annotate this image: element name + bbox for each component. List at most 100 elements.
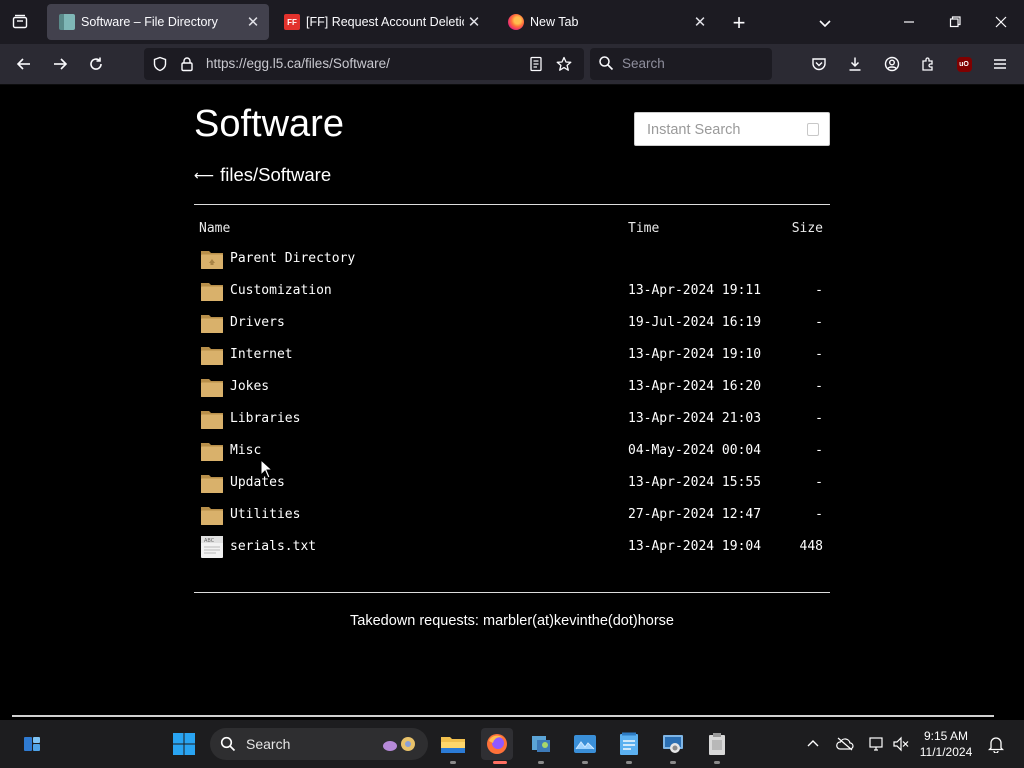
entry-time: 13-Apr-2024 16:20 xyxy=(628,379,762,394)
entry-name-link[interactable]: Customization xyxy=(230,283,332,298)
firefox-taskbar-icon[interactable] xyxy=(481,728,513,760)
tab-software-directory[interactable]: Software – File Directory ✕ xyxy=(47,4,269,40)
reader-view-icon[interactable] xyxy=(527,55,545,73)
table-row[interactable]: Utilities 27-Apr-2024 12:47 - xyxy=(194,499,830,531)
page-title: Software xyxy=(194,103,344,145)
taskbar-search[interactable]: Search xyxy=(210,728,428,760)
ff-favicon-icon: FF xyxy=(284,14,300,30)
breadcrumb[interactable]: ⟵ files/Software xyxy=(194,164,331,186)
close-tab-icon[interactable]: ✕ xyxy=(464,12,484,32)
remote-desktop-icon[interactable] xyxy=(657,728,689,760)
back-arrow-icon[interactable] xyxy=(10,50,38,78)
windows-start-icon[interactable] xyxy=(168,728,200,760)
downloads-icon[interactable] xyxy=(841,50,869,78)
new-tab-button[interactable]: + xyxy=(726,10,752,36)
listing-header: Name Time Size xyxy=(194,213,830,243)
instant-search-input[interactable]: Instant Search xyxy=(634,112,830,146)
folder-icon xyxy=(200,407,224,431)
bookmark-star-icon[interactable] xyxy=(555,55,573,73)
entry-name-link[interactable]: serials.txt xyxy=(230,539,316,554)
close-tab-icon[interactable]: ✕ xyxy=(690,12,710,32)
entry-name-link[interactable]: Jokes xyxy=(230,379,269,394)
divider xyxy=(194,204,830,205)
notification-bell-icon[interactable] xyxy=(986,734,1006,754)
tab-new-tab[interactable]: New Tab ✕ xyxy=(496,4,716,40)
list-all-tabs-icon[interactable] xyxy=(6,8,34,36)
photos-icon[interactable] xyxy=(569,728,601,760)
divider xyxy=(194,592,830,593)
clipboard-app-icon[interactable] xyxy=(701,728,733,760)
entry-size: - xyxy=(815,379,823,394)
table-row[interactable]: Misc 04-May-2024 00:04 - xyxy=(194,435,830,467)
pocket-icon[interactable] xyxy=(805,50,833,78)
extensions-icon[interactable] xyxy=(914,50,942,78)
folder-icon xyxy=(200,503,224,527)
running-indicator xyxy=(582,761,588,764)
tab-title: New Tab xyxy=(530,15,579,29)
volume-muted-icon[interactable] xyxy=(891,734,911,754)
tab-strip: Software – File Directory ✕ FF [FF] Requ… xyxy=(0,0,1024,44)
file-explorer-icon[interactable] xyxy=(437,728,469,760)
close-window-button[interactable] xyxy=(978,0,1024,44)
column-time-header[interactable]: Time xyxy=(628,221,659,236)
shield-icon[interactable] xyxy=(151,55,169,73)
lock-icon[interactable] xyxy=(178,55,196,73)
onedrive-offline-icon[interactable] xyxy=(835,734,855,754)
widgets-icon[interactable] xyxy=(16,728,48,760)
chevron-down-icon[interactable] xyxy=(812,10,838,36)
running-indicator xyxy=(714,761,720,764)
notepad-icon[interactable] xyxy=(613,728,645,760)
entry-name-link[interactable]: Parent Directory xyxy=(230,251,355,266)
forward-arrow-icon[interactable] xyxy=(46,50,74,78)
close-tab-icon[interactable]: ✕ xyxy=(243,12,263,32)
reload-icon[interactable] xyxy=(82,50,110,78)
table-row[interactable]: Drivers 19-Jul-2024 16:19 - xyxy=(194,307,830,339)
network-icon[interactable] xyxy=(867,734,887,754)
column-name-header[interactable]: Name xyxy=(199,221,230,236)
entry-time: 13-Apr-2024 15:55 xyxy=(628,475,762,490)
breadcrumb-path[interactable]: files/Software xyxy=(220,164,331,186)
clock-date: 11/1/2024 xyxy=(919,745,973,759)
table-row[interactable]: Customization 13-Apr-2024 19:11 - xyxy=(194,275,830,307)
table-row[interactable]: Libraries 13-Apr-2024 21:03 - xyxy=(194,403,830,435)
system-clock[interactable]: 9:15 AM 11/1/2024 xyxy=(910,728,982,760)
table-row[interactable]: ABC serials.txt 13-Apr-2024 19:04 448 xyxy=(194,531,830,563)
search-icon xyxy=(598,55,614,76)
hamburger-menu-icon[interactable] xyxy=(986,50,1014,78)
url-text[interactable]: https://egg.l5.ca/files/Software/ xyxy=(206,56,390,71)
entry-name-link[interactable]: Libraries xyxy=(230,411,300,426)
search-bar[interactable]: Search xyxy=(590,48,772,80)
entry-size: - xyxy=(815,443,823,458)
back-arrow-icon[interactable]: ⟵ xyxy=(194,167,214,184)
taskbar-search-label: Search xyxy=(246,736,291,752)
column-size-header[interactable]: Size xyxy=(792,221,823,236)
table-row[interactable]: Internet 13-Apr-2024 19:10 - xyxy=(194,339,830,371)
entry-name-link[interactable]: Internet xyxy=(230,347,293,362)
minimize-button[interactable] xyxy=(886,0,932,44)
entry-name-link[interactable]: Drivers xyxy=(230,315,285,330)
windows-taskbar: Search 9:15 AM 11/1/2024 xyxy=(0,720,1024,768)
firefox-icon xyxy=(508,14,524,30)
account-icon[interactable] xyxy=(878,50,906,78)
entry-name-link[interactable]: Utilities xyxy=(230,507,300,522)
entry-time: 27-Apr-2024 12:47 xyxy=(628,507,762,522)
entry-time: 04-May-2024 00:04 xyxy=(628,443,762,458)
chevron-up-icon[interactable] xyxy=(803,734,823,754)
parent-folder-icon xyxy=(200,247,224,271)
ublock-origin-icon[interactable]: uO xyxy=(950,50,978,78)
address-bar[interactable]: https://egg.l5.ca/files/Software/ xyxy=(144,48,584,80)
text-file-icon: ABC xyxy=(200,535,224,559)
app-viewer-icon[interactable] xyxy=(525,728,557,760)
entry-name-link[interactable]: Updates xyxy=(230,475,285,490)
entry-name-link[interactable]: Misc xyxy=(230,443,261,458)
folder-icon xyxy=(200,375,224,399)
parent-directory-row[interactable]: Parent Directory xyxy=(194,243,830,275)
running-indicator xyxy=(450,761,456,764)
folder-icon xyxy=(200,439,224,463)
entry-time: 19-Jul-2024 16:19 xyxy=(628,315,762,330)
table-row[interactable]: Jokes 13-Apr-2024 16:20 - xyxy=(194,371,830,403)
restore-button[interactable] xyxy=(932,0,978,44)
tab-request-deletion[interactable]: FF [FF] Request Account Deletion ✕ xyxy=(272,4,490,40)
entry-time: 13-Apr-2024 19:11 xyxy=(628,283,762,298)
table-row[interactable]: Updates 13-Apr-2024 15:55 - xyxy=(194,467,830,499)
